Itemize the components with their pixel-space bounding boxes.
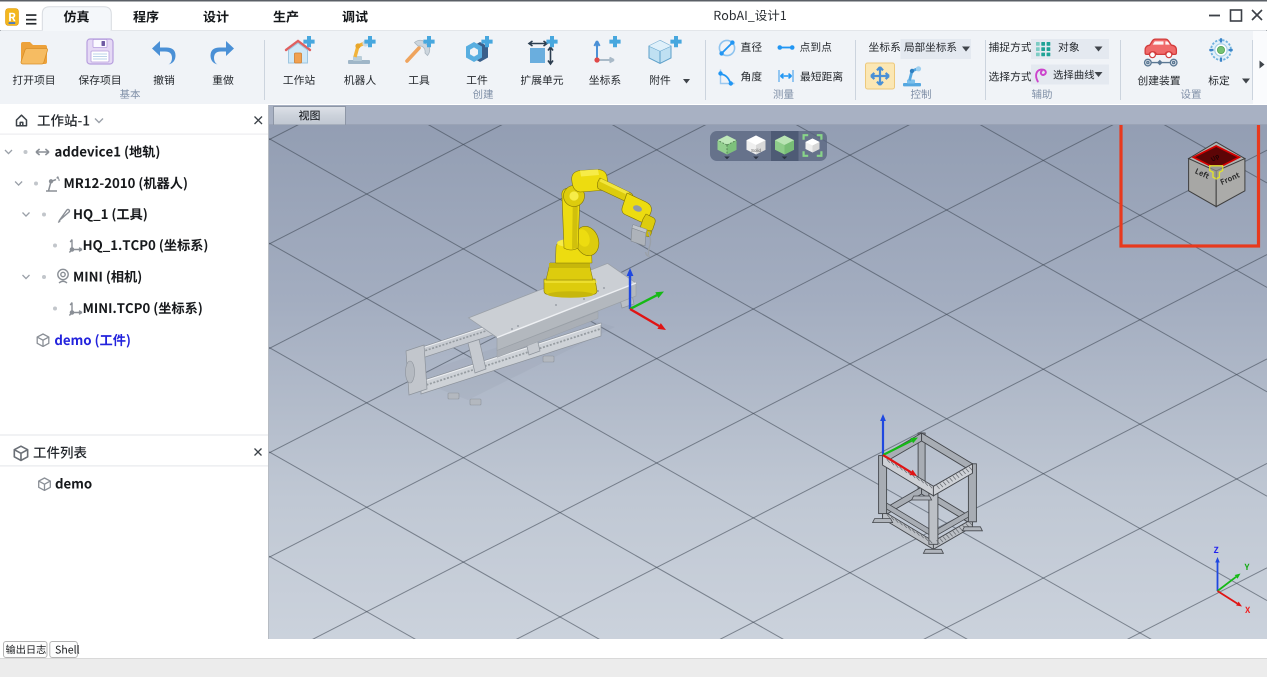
svg-text:Solid: Solid xyxy=(751,148,762,153)
